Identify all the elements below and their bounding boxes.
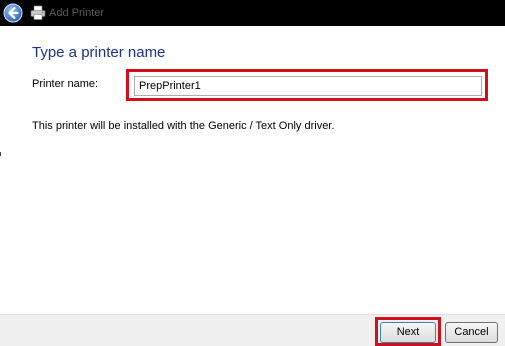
title-bar: Add Printer	[0, 0, 505, 26]
page-heading: Type a printer name	[32, 44, 166, 61]
driver-message: This printer will be installed with the …	[32, 120, 335, 132]
edge-mark	[0, 152, 1, 156]
printer-name-label: Printer name:	[32, 78, 99, 90]
printer-name-input[interactable]	[134, 76, 482, 96]
window-title: Add Printer	[49, 7, 105, 19]
back-arrow-icon[interactable]	[3, 3, 23, 23]
cancel-button[interactable]: Cancel	[445, 322, 498, 343]
printer-icon	[30, 5, 46, 20]
next-button[interactable]: Next	[380, 322, 436, 343]
